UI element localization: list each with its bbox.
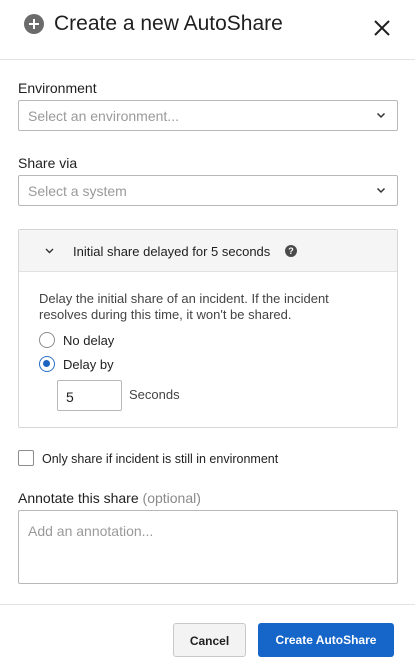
delay-seconds-input[interactable]: 5 <box>57 380 122 411</box>
chevron-down-icon <box>376 112 386 119</box>
share-via-label: Share via <box>18 155 78 171</box>
environment-placeholder: Select an environment... <box>28 108 179 124</box>
environment-select[interactable]: Select an environment... <box>18 100 398 131</box>
create-autoshare-button[interactable]: Create AutoShare <box>258 623 394 657</box>
delay-panel-title: Initial share delayed for 5 seconds <box>73 244 271 259</box>
annotation-label: Annotate this share (optional) <box>18 489 201 507</box>
delay-panel-header[interactable]: Initial share delayed for 5 seconds ? <box>19 230 397 272</box>
annotation-placeholder: Add an annotation... <box>28 523 154 539</box>
cancel-button[interactable]: Cancel <box>173 623 246 657</box>
annotation-textarea[interactable]: Add an annotation... <box>18 510 398 584</box>
close-icon[interactable] <box>371 17 393 39</box>
annotation-label-text: Annotate this share <box>18 490 139 506</box>
radio-button[interactable] <box>39 332 55 348</box>
radio-button-selected[interactable] <box>39 356 55 372</box>
delay-seconds-value: 5 <box>66 389 74 405</box>
delay-unit-label: Seconds <box>129 387 180 402</box>
help-icon[interactable]: ? <box>285 245 297 257</box>
dialog-header: Create a new AutoShare <box>0 0 415 60</box>
dialog-title: Create a new AutoShare <box>54 12 283 35</box>
env-only-checkbox[interactable] <box>18 450 34 466</box>
radio-label: Delay by <box>63 357 114 372</box>
chevron-down-icon[interactable] <box>45 248 54 254</box>
add-circle-icon <box>24 14 44 34</box>
dialog-footer: Cancel Create AutoShare <box>0 604 415 669</box>
share-via-placeholder: Select a system <box>28 183 127 199</box>
delay-panel: Initial share delayed for 5 seconds ? De… <box>18 229 398 428</box>
env-only-label: Only share if incident is still in envir… <box>42 452 279 466</box>
environment-label: Environment <box>18 80 97 96</box>
delay-description: Delay the initial share of an incident. … <box>39 291 329 322</box>
radio-label: No delay <box>63 333 115 348</box>
share-via-select[interactable]: Select a system <box>18 175 398 206</box>
optional-tag: (optional) <box>142 490 201 506</box>
chevron-down-icon <box>376 187 386 194</box>
